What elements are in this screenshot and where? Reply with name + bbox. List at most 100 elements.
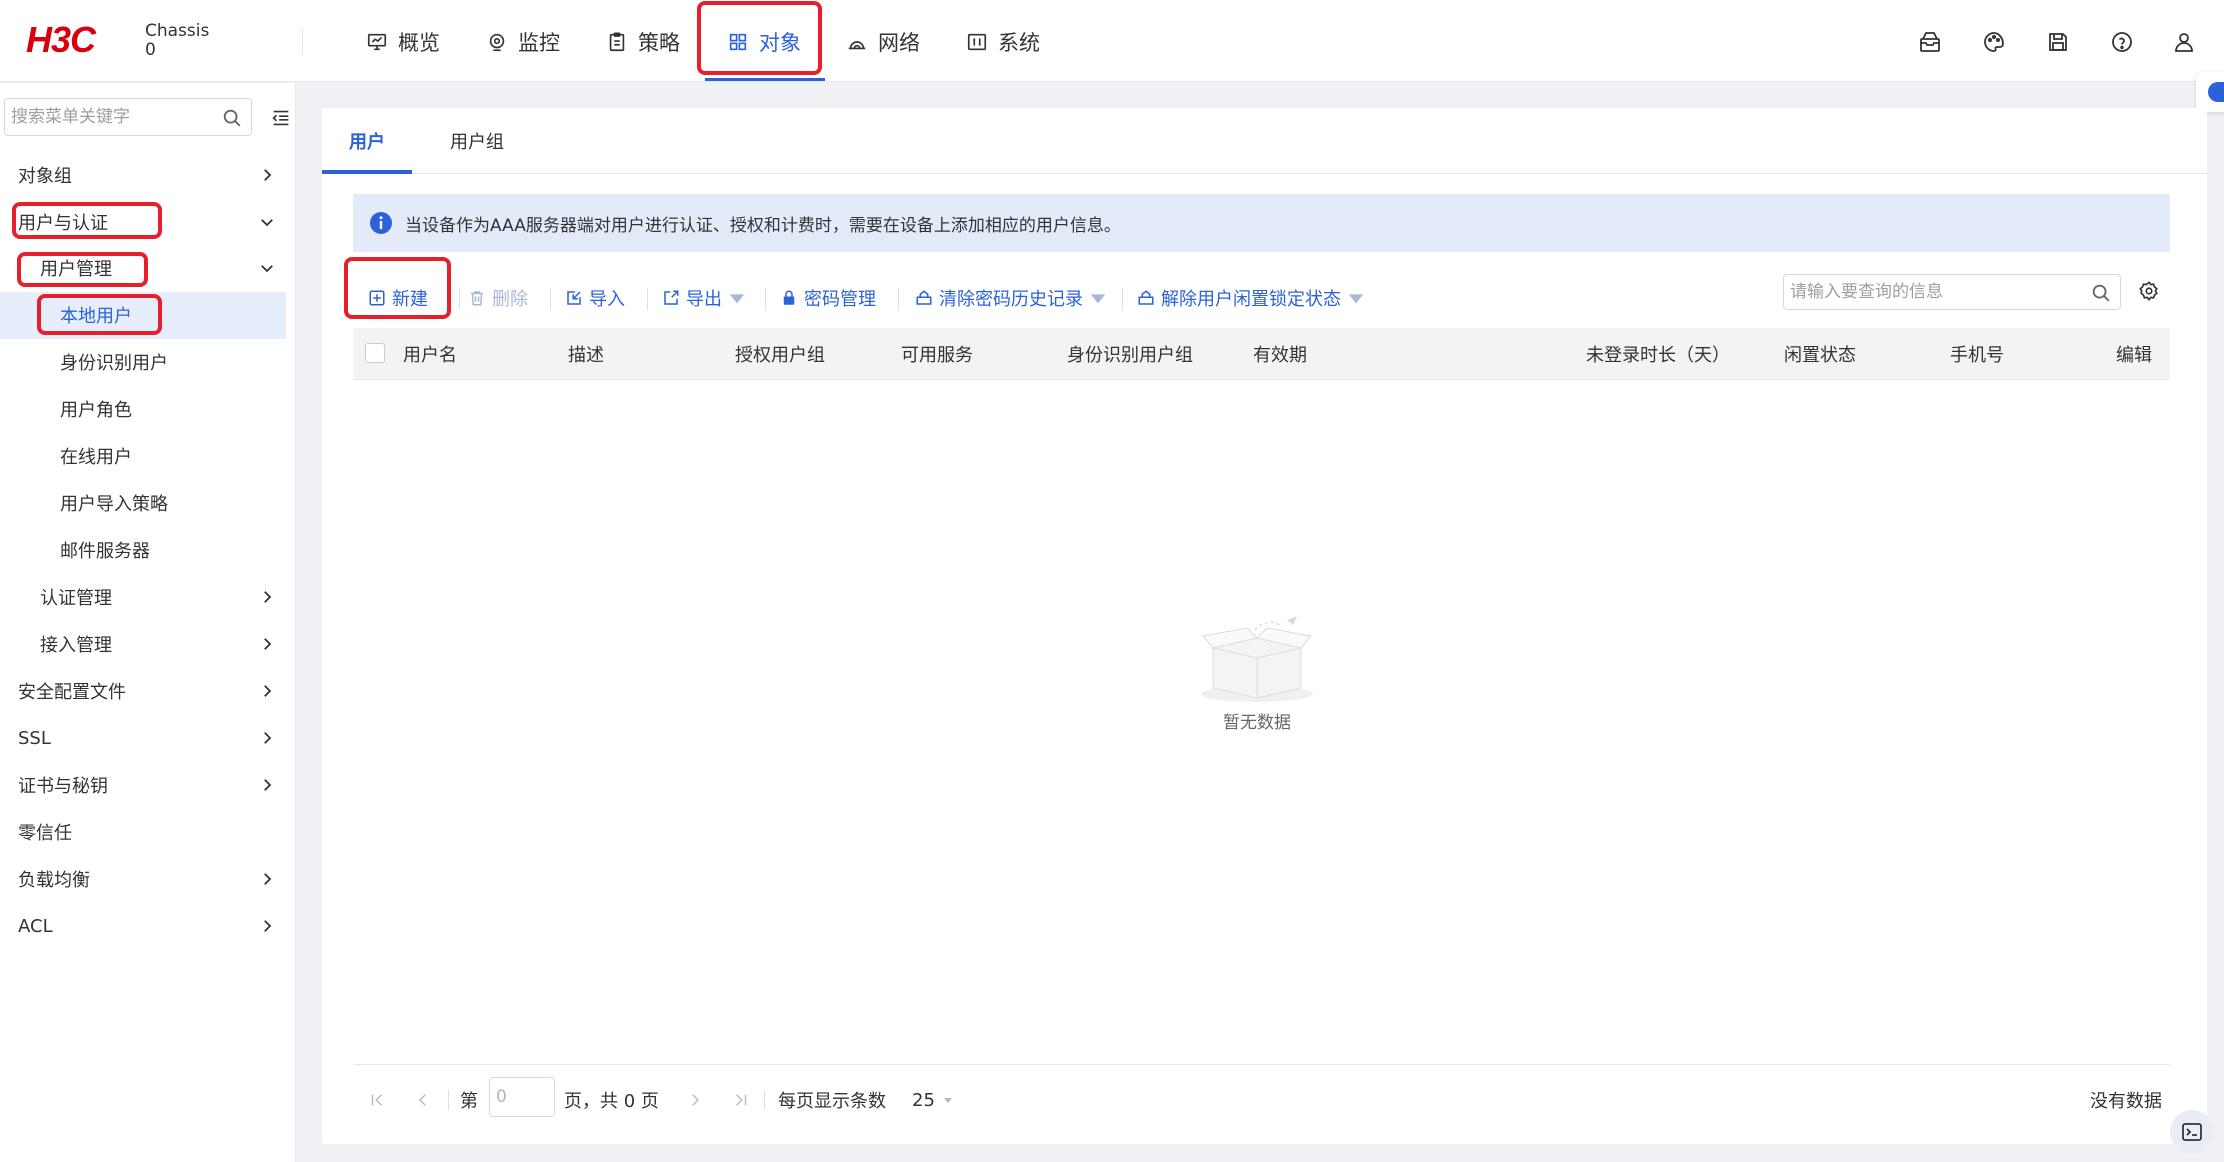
sidebar-item-auth-management[interactable]: 认证管理 bbox=[0, 574, 286, 620]
collapse-sidebar-icon[interactable] bbox=[270, 107, 292, 129]
message-box-icon[interactable] bbox=[1918, 30, 1942, 54]
menu-search-input[interactable] bbox=[5, 99, 205, 135]
page-number-input[interactable] bbox=[489, 1077, 555, 1117]
side-float-tab-dot bbox=[2208, 82, 2224, 102]
import-button[interactable]: 导入 bbox=[565, 276, 625, 320]
caret-down-icon bbox=[1348, 294, 1364, 304]
page-prefix-label: 第 bbox=[460, 1091, 478, 1112]
search-icon[interactable] bbox=[221, 107, 243, 129]
column-header-days-not-logged-in[interactable]: 未登录时长（天） bbox=[1586, 328, 1730, 380]
password-management-label: 密码管理 bbox=[804, 289, 876, 310]
sidebar-item-security-profile[interactable]: 安全配置文件 bbox=[0, 668, 286, 714]
h3c-logo: H3C bbox=[26, 22, 98, 58]
save-icon[interactable] bbox=[2046, 30, 2070, 54]
delete-button[interactable]: 删除 bbox=[468, 276, 528, 320]
chevron-right-icon bbox=[264, 638, 272, 650]
dashboard-icon bbox=[367, 33, 387, 51]
export-icon bbox=[664, 290, 679, 305]
nav-monitor-label: 监控 bbox=[518, 31, 560, 55]
new-button[interactable]: 新建 bbox=[368, 276, 428, 320]
nav-network[interactable]: 网络 bbox=[846, 26, 920, 58]
column-header-validity[interactable]: 有效期 bbox=[1253, 328, 1307, 380]
network-icon bbox=[848, 41, 866, 50]
chevron-right-icon bbox=[264, 920, 272, 932]
policy-icon bbox=[609, 32, 625, 52]
sidebar-item-access-management[interactable]: 接入管理 bbox=[0, 621, 286, 667]
sidebar-item-label: 用户管理 bbox=[40, 259, 112, 280]
first-page-button[interactable] bbox=[368, 1080, 386, 1120]
sidebar-item-label: 本地用户 bbox=[60, 306, 132, 327]
clear-password-history-dropdown[interactable]: 清除密码历史记录 bbox=[915, 276, 1107, 320]
search-icon[interactable] bbox=[2090, 282, 2112, 304]
pagination-divider bbox=[353, 1064, 2170, 1065]
tab-user-group[interactable]: 用户组 bbox=[422, 108, 532, 174]
unlock-idle-user-dropdown[interactable]: 解除用户闲置锁定状态 bbox=[1137, 276, 1365, 320]
nav-overview[interactable]: 概览 bbox=[366, 26, 440, 58]
help-icon[interactable] bbox=[2110, 30, 2134, 54]
empty-box-icon bbox=[1201, 616, 1313, 702]
svg-text:H3C: H3C bbox=[26, 22, 97, 58]
column-header-auth-user-group[interactable]: 授权用户组 bbox=[735, 328, 825, 380]
sidebar: 对象组 用户与认证 用户管理 本地用户 身份识别用户 用户角色 在线用户 用户导… bbox=[0, 83, 296, 1162]
sidebar-item-online-user[interactable]: 在线用户 bbox=[0, 433, 286, 479]
column-header-identity-user-group[interactable]: 身份识别用户组 bbox=[1067, 328, 1193, 380]
unlock-idle-user-label: 解除用户闲置锁定状态 bbox=[1161, 289, 1341, 310]
terminal-button[interactable] bbox=[2170, 1110, 2214, 1154]
sidebar-item-user-import-policy[interactable]: 用户导入策略 bbox=[0, 480, 286, 526]
sidebar-item-user-role[interactable]: 用户角色 bbox=[0, 386, 286, 432]
pagination-separator bbox=[764, 1090, 765, 1110]
tab-active-indicator bbox=[322, 170, 412, 174]
palette-icon[interactable] bbox=[1982, 30, 2006, 54]
chevron-right-icon bbox=[264, 779, 272, 791]
prev-page-button[interactable] bbox=[414, 1080, 432, 1120]
nav-active-indicator bbox=[705, 78, 825, 81]
sidebar-item-user-management[interactable]: 用户管理 bbox=[0, 245, 286, 291]
nav-monitor[interactable]: 监控 bbox=[486, 26, 560, 58]
sidebar-item-load-balance[interactable]: 负载均衡 bbox=[0, 856, 286, 902]
toolbar-divider bbox=[898, 288, 899, 310]
next-page-button[interactable] bbox=[686, 1080, 704, 1120]
sidebar-item-object-group[interactable]: 对象组 bbox=[0, 152, 286, 198]
sidebar-item-mail-server[interactable]: 邮件服务器 bbox=[0, 527, 286, 573]
nav-system[interactable]: 系统 bbox=[966, 26, 1040, 58]
column-header-username[interactable]: 用户名 bbox=[403, 328, 457, 380]
sidebar-item-cert-key[interactable]: 证书与秘钥 bbox=[0, 762, 286, 808]
query-box bbox=[1783, 274, 2121, 310]
password-management-button[interactable]: 密码管理 bbox=[780, 276, 876, 320]
content-panel: 用户 用户组 当设备作为AAA服务器端对用户进行认证、授权和计费时，需要在设备上… bbox=[322, 108, 2207, 1144]
tab-user[interactable]: 用户 bbox=[322, 108, 412, 174]
device-label: Chassis 0 bbox=[145, 22, 209, 60]
sidebar-item-label: 对象组 bbox=[18, 166, 72, 187]
sidebar-item-user-auth[interactable]: 用户与认证 bbox=[0, 199, 286, 245]
sidebar-item-identity-user[interactable]: 身份识别用户 bbox=[0, 339, 286, 385]
lock-icon bbox=[783, 290, 795, 305]
nav-policy[interactable]: 策略 bbox=[606, 26, 680, 58]
sidebar-item-ssl[interactable]: SSL bbox=[0, 715, 286, 761]
chevron-left-icon bbox=[418, 1094, 426, 1106]
toolbar-divider bbox=[550, 288, 551, 310]
sidebar-item-label: 用户导入策略 bbox=[60, 494, 168, 515]
column-header-description[interactable]: 描述 bbox=[568, 328, 604, 380]
sidebar-item-acl[interactable]: ACL bbox=[0, 903, 286, 949]
query-input[interactable] bbox=[1784, 275, 2074, 309]
side-float-tab[interactable] bbox=[2196, 72, 2224, 112]
sidebar-item-local-user[interactable]: 本地用户 bbox=[0, 292, 286, 338]
sidebar-item-label: 安全配置文件 bbox=[18, 682, 126, 703]
per-page-select[interactable]: 25 bbox=[912, 1080, 953, 1120]
column-header-available-service[interactable]: 可用服务 bbox=[901, 328, 973, 380]
export-dropdown[interactable]: 导出 bbox=[662, 276, 746, 320]
page-total-label: 页，共 0 页 bbox=[564, 1091, 659, 1112]
select-all-checkbox[interactable] bbox=[365, 343, 385, 363]
last-page-button[interactable] bbox=[732, 1080, 750, 1120]
user-icon[interactable] bbox=[2172, 30, 2196, 54]
chevron-down-icon bbox=[261, 265, 273, 273]
nav-object[interactable]: 对象 bbox=[727, 26, 801, 58]
column-header-idle-status[interactable]: 闲置状态 bbox=[1784, 328, 1856, 380]
gear-icon[interactable] bbox=[2138, 280, 2160, 302]
caret-down-icon bbox=[1090, 294, 1106, 304]
sidebar-item-zero-trust[interactable]: 零信任 bbox=[0, 809, 286, 855]
chassis-label: Chassis bbox=[145, 21, 210, 41]
column-header-phone[interactable]: 手机号 bbox=[1950, 328, 2004, 380]
new-button-label: 新建 bbox=[392, 289, 428, 310]
chevron-right-icon bbox=[264, 685, 272, 697]
